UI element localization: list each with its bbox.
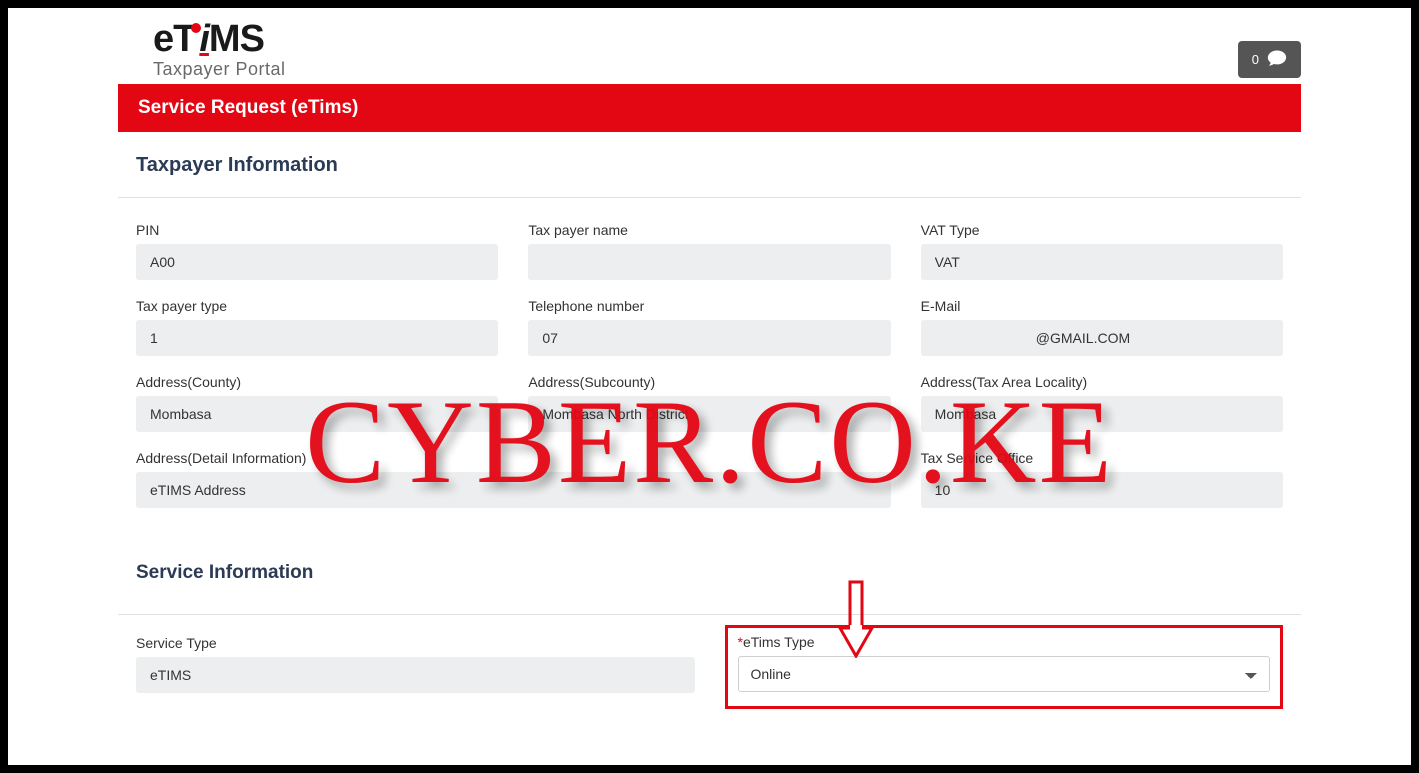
tax-office-input	[921, 472, 1283, 508]
logo-text-pre: eT	[153, 18, 195, 60]
etims-type-highlight-box: *eTims Type Online	[725, 625, 1284, 709]
service-type-field-group: Service Type	[136, 635, 695, 693]
logo-subtitle: Taxpayer Portal	[153, 60, 286, 78]
logo: eTiMS Taxpayer Portal	[118, 20, 286, 78]
name-input	[528, 244, 890, 280]
taxpayer-section-title: Taxpayer Information	[118, 132, 1301, 198]
payer-type-label: Tax payer type	[136, 298, 498, 314]
pin-input	[136, 244, 498, 280]
vat-type-label: VAT Type	[921, 222, 1283, 238]
vat-type-field-group: VAT Type	[921, 222, 1283, 280]
service-type-label: Service Type	[136, 635, 695, 651]
payer-type-field-group: Tax payer type	[136, 298, 498, 356]
detail-field-group: Address(Detail Information)	[136, 450, 891, 508]
name-label: Tax payer name	[528, 222, 890, 238]
service-form: Service Type *eTims Type Online	[118, 615, 1301, 709]
payer-type-input	[136, 320, 498, 356]
telephone-input	[528, 320, 890, 356]
service-type-input	[136, 657, 695, 693]
tax-office-label: Tax Service Office	[921, 450, 1283, 466]
locality-field-group: Address(Tax Area Locality)	[921, 374, 1283, 432]
panel-title: Service Request (eTims)	[138, 97, 358, 118]
county-field-group: Address(County)	[136, 374, 498, 432]
pin-field-group: PIN	[136, 222, 498, 280]
email-input	[921, 320, 1283, 356]
subcounty-input	[528, 396, 890, 432]
chat-icon	[1267, 49, 1287, 70]
logo-text-i: i	[199, 18, 209, 60]
email-label: E-Mail	[921, 298, 1283, 314]
vat-type-input	[921, 244, 1283, 280]
taxpayer-form: PIN Tax payer name VAT Type Tax payer ty…	[118, 198, 1301, 518]
county-label: Address(County)	[136, 374, 498, 390]
panel-title-bar: Service Request (eTims)	[118, 84, 1301, 132]
header: eTiMS Taxpayer Portal 0	[118, 8, 1301, 84]
etims-type-label-text: eTims Type	[743, 634, 815, 650]
pin-label: PIN	[136, 222, 498, 238]
etims-type-label: *eTims Type	[738, 634, 1271, 650]
county-input	[136, 396, 498, 432]
logo-main: eTiMS	[153, 20, 286, 58]
telephone-field-group: Telephone number	[528, 298, 890, 356]
notifications-button[interactable]: 0	[1238, 41, 1301, 78]
notifications-count: 0	[1252, 52, 1259, 67]
detail-label: Address(Detail Information)	[136, 450, 891, 466]
subcounty-label: Address(Subcounty)	[528, 374, 890, 390]
email-field-group: E-Mail	[921, 298, 1283, 356]
detail-input	[136, 472, 891, 508]
tax-office-field-group: Tax Service Office	[921, 450, 1283, 508]
telephone-label: Telephone number	[528, 298, 890, 314]
service-section-title: Service Information	[118, 532, 1301, 615]
name-field-group: Tax payer name	[528, 222, 890, 280]
subcounty-field-group: Address(Subcounty)	[528, 374, 890, 432]
logo-text-post: MS	[209, 18, 264, 60]
locality-input	[921, 396, 1283, 432]
etims-type-select[interactable]: Online	[738, 656, 1271, 692]
logo-dot-icon	[191, 23, 201, 33]
locality-label: Address(Tax Area Locality)	[921, 374, 1283, 390]
